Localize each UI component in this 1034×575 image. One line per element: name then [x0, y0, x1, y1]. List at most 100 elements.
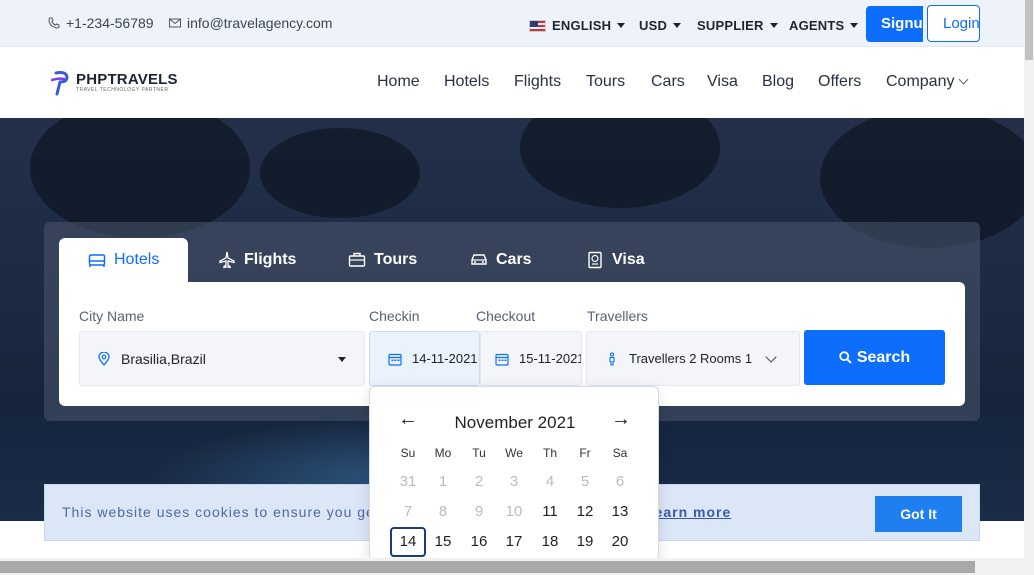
- tab-cars[interactable]: Cars: [470, 238, 532, 282]
- nav-offers[interactable]: Offers: [818, 73, 861, 91]
- weekday-label: Sa: [612, 446, 628, 460]
- us-flag-icon: [529, 19, 546, 32]
- vertical-scrollbar-thumb[interactable]: [1025, 0, 1033, 60]
- brand-logo[interactable]: PHPTRAVELS TRAVEL TECHNOLOGY PARTNER: [50, 70, 178, 96]
- nav-company-label: Company: [886, 73, 955, 90]
- calendar-day[interactable]: 20: [602, 527, 638, 557]
- top-bar: +1-234-56789 info@travelagency.com ENGLI…: [0, 0, 1024, 47]
- tab-tours-label: Tours: [374, 251, 418, 268]
- weekday-label: Su: [400, 446, 416, 460]
- checkin-input[interactable]: 14-11-2021: [369, 331, 480, 386]
- agents-dropdown[interactable]: AGENTS: [789, 18, 859, 33]
- caret-down-icon: [850, 23, 859, 28]
- nav-flights[interactable]: Flights: [514, 73, 561, 91]
- calendar-day-selected[interactable]: 14: [390, 527, 426, 557]
- calendar-day: 4: [545, 473, 555, 490]
- tab-flights-label: Flights: [244, 251, 297, 268]
- nav-home[interactable]: Home: [377, 73, 420, 91]
- calendar-day[interactable]: 19: [567, 527, 603, 557]
- travellers-dropdown[interactable]: Travellers 2 Rooms 1: [586, 331, 800, 386]
- checkout-label: Checkout: [476, 308, 536, 324]
- plane-icon: [219, 251, 235, 269]
- calendar-icon: [388, 353, 402, 366]
- city-label: City Name: [79, 308, 145, 324]
- tab-visa-label: Visa: [612, 251, 645, 268]
- phone-number: +1-234-56789: [66, 15, 154, 31]
- caret-down-icon: [769, 23, 778, 28]
- calendar-day: 5: [580, 473, 590, 490]
- calendar-day[interactable]: 11: [532, 497, 568, 527]
- phone-icon: [48, 17, 60, 29]
- travellers-value: Travellers 2 Rooms 1: [629, 351, 753, 366]
- calendar-day[interactable]: 16: [461, 527, 497, 557]
- calendar-day: 1: [438, 473, 448, 490]
- email-contact[interactable]: info@travelagency.com: [169, 15, 332, 31]
- calendar-day: 2: [474, 473, 484, 490]
- login-button[interactable]: Login: [927, 5, 980, 42]
- calendar-day: 7: [403, 503, 413, 520]
- search-icon: [839, 351, 852, 364]
- tab-cars-label: Cars: [496, 251, 532, 268]
- currency-dropdown[interactable]: USD: [639, 18, 682, 33]
- calendar-day: 31: [399, 473, 417, 490]
- checkin-value: 14-11-2021: [412, 351, 478, 366]
- passport-icon: [588, 251, 602, 269]
- nav-company[interactable]: Company: [886, 73, 969, 91]
- logo-mark-icon: [50, 71, 69, 96]
- language-label: ENGLISH: [552, 18, 612, 33]
- cookie-accept-button[interactable]: Got It: [875, 496, 962, 532]
- tab-flights[interactable]: Flights: [218, 238, 296, 282]
- city-value: Brasilia,Brazil: [121, 350, 206, 367]
- calendar-day: 9: [474, 503, 484, 520]
- city-select[interactable]: Brasilia,Brazil: [79, 331, 365, 386]
- nav-visa[interactable]: Visa: [707, 73, 738, 91]
- checkin-label: Checkin: [369, 308, 420, 324]
- horizontal-scrollbar-thumb[interactable]: [0, 561, 975, 573]
- caret-down-icon: [338, 357, 346, 362]
- car-icon: [471, 254, 487, 265]
- language-dropdown[interactable]: ENGLISH: [529, 18, 626, 33]
- search-button[interactable]: Search: [804, 330, 945, 385]
- calendar-day[interactable]: 15: [425, 527, 461, 557]
- calendar-day[interactable]: 12: [567, 497, 603, 527]
- calendar-day: 6: [615, 473, 625, 490]
- checkin-datepicker: ← November 2021 → Su Mo Tu We Th Fr Sa 3…: [369, 386, 659, 561]
- email-address: info@travelagency.com: [187, 15, 333, 31]
- nav-blog[interactable]: Blog: [762, 73, 794, 91]
- travellers-label: Travellers: [587, 308, 648, 324]
- brand-name: PHPTRAVELS: [76, 71, 178, 88]
- nav-hotels[interactable]: Hotels: [444, 73, 489, 91]
- calendar-day[interactable]: 17: [496, 527, 532, 557]
- tab-tours[interactable]: Tours: [348, 238, 417, 282]
- calendar-day: 3: [509, 473, 519, 490]
- tab-hotels[interactable]: Hotels: [59, 238, 188, 282]
- weekday-label: Fr: [579, 446, 591, 460]
- weekday-label: Th: [542, 446, 557, 460]
- briefcase-icon: [348, 252, 366, 267]
- next-month-arrow-icon[interactable]: →: [611, 409, 631, 429]
- supplier-label: SUPPLIER: [697, 18, 764, 33]
- calendar-icon: [495, 353, 509, 366]
- tab-visa[interactable]: Visa: [586, 238, 645, 282]
- calendar-day: 8: [438, 503, 448, 520]
- weekday-label: We: [505, 446, 523, 460]
- phone-contact[interactable]: +1-234-56789: [48, 15, 154, 31]
- signup-button[interactable]: Signup: [866, 6, 923, 42]
- brand-tagline: TRAVEL TECHNOLOGY PARTNER: [76, 87, 169, 93]
- calendar-day: 10: [505, 503, 523, 520]
- vertical-scrollbar[interactable]: [1024, 0, 1034, 575]
- chevron-down-icon: [765, 351, 777, 363]
- supplier-dropdown[interactable]: SUPPLIER: [697, 18, 778, 33]
- checkout-input[interactable]: 15-11-2021: [480, 331, 582, 386]
- horizontal-scrollbar[interactable]: [0, 558, 1024, 575]
- weekday-label: Tu: [472, 446, 486, 460]
- nav-tours[interactable]: Tours: [586, 73, 625, 91]
- caret-down-icon: [673, 23, 682, 28]
- envelope-icon: [169, 18, 181, 28]
- calendar-day[interactable]: 18: [532, 527, 568, 557]
- nav-cars[interactable]: Cars: [651, 73, 685, 91]
- bed-icon: [88, 254, 106, 267]
- calendar-day[interactable]: 13: [602, 497, 638, 527]
- tab-hotels-label: Hotels: [114, 251, 160, 268]
- chevron-down-icon: [959, 74, 969, 85]
